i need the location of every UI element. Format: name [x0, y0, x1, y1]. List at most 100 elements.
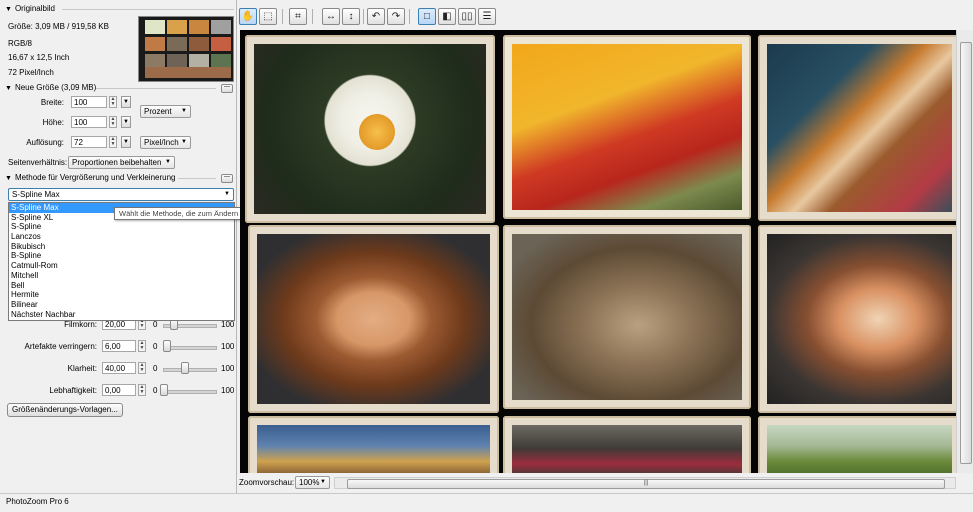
slider-handle[interactable]	[180, 362, 189, 374]
horizontal-scroll-thumb[interactable]: |||	[347, 479, 945, 489]
selection-icon[interactable]: ⬚	[259, 8, 277, 25]
width-input[interactable]: 100	[71, 96, 107, 108]
photo-fruits	[503, 35, 751, 219]
slider-label: Filmkorn:	[64, 320, 97, 329]
single-view-icon[interactable]: □	[418, 8, 436, 25]
height-stepper[interactable]: ▲ ▼	[109, 116, 117, 128]
resize-presets-button[interactable]: Größenänderungs-Vorlagen...	[7, 403, 123, 417]
zoom-label: Zoomvorschau:	[239, 478, 295, 487]
section-divider	[96, 88, 216, 89]
slider-handle[interactable]	[163, 340, 172, 352]
fit-height-icon[interactable]: ↕	[342, 8, 360, 25]
horizontal-scrollbar[interactable]: |||	[334, 477, 956, 489]
method-option[interactable]: Catmull-Rom	[9, 261, 234, 271]
resolution-dropdown-button[interactable]: ▼	[121, 136, 131, 148]
hand-icon[interactable]: ✋	[239, 8, 257, 25]
status-bar: PhotoZoom Pro 6	[0, 493, 973, 512]
original-dims-text: 16,67 x 12,5 Inch	[8, 53, 70, 62]
preview-canvas[interactable]	[240, 30, 956, 473]
method-option[interactable]: Bilinear	[9, 300, 234, 310]
vertical-scrollbar[interactable]	[956, 30, 973, 473]
split-view-icon[interactable]: ◧	[438, 8, 456, 25]
resolution-unit-select[interactable]: Pixel/Inch ▼	[140, 136, 191, 149]
photo-shell	[758, 225, 956, 413]
slider-value-input[interactable]: 0,00	[102, 384, 136, 396]
method-option[interactable]: B-Spline	[9, 251, 234, 261]
slider-min-label: 0	[153, 364, 158, 373]
collapse-triangle-icon[interactable]: ▼	[5, 175, 12, 182]
method-option[interactable]: Bell	[9, 281, 234, 291]
slider-value-input[interactable]: 6,00	[102, 340, 136, 352]
width-stepper[interactable]: ▲ ▼	[109, 96, 117, 108]
photo-woman	[248, 225, 499, 413]
aspect-value: Proportionen beibehalten	[72, 158, 162, 167]
section-new-size[interactable]: ▼ Neue Größe (3,09 MB)	[5, 83, 96, 92]
slider-label: Artefakte verringern:	[24, 342, 97, 351]
slider-track[interactable]	[163, 368, 217, 372]
chevron-down-icon: ▼	[165, 159, 171, 165]
photo-flower	[245, 35, 495, 223]
vertical-scroll-thumb[interactable]	[960, 42, 972, 464]
section-options-button[interactable]: —	[221, 174, 233, 183]
section-options-button[interactable]: —	[221, 84, 233, 93]
width-dropdown-button[interactable]: ▼	[121, 96, 131, 108]
preview-toolbar: ✋ ⬚ ⌗ ↔ ↕ ↶ ↷ □ ◧ ▯▯ ☰	[237, 0, 973, 34]
section-method-title: Methode für Vergrößerung und Verkleineru…	[14, 173, 176, 182]
flower-center	[359, 114, 395, 150]
method-option[interactable]: Lanczos	[9, 232, 234, 242]
resolution-stepper[interactable]: ▲ ▼	[109, 136, 117, 148]
chevron-down-icon: ▼	[320, 479, 326, 485]
slider-handle[interactable]	[160, 384, 168, 396]
toolbar-separator	[282, 9, 283, 24]
slider-track[interactable]	[163, 390, 217, 394]
toolbar-separator	[312, 9, 313, 24]
original-size-text: Größe: 3,09 MB / 919,58 KB	[8, 22, 109, 31]
resolution-label: Auflösung:	[26, 138, 64, 147]
zoom-select[interactable]: 100% ▼	[295, 476, 330, 489]
side-by-side-icon[interactable]: ▯▯	[458, 8, 476, 25]
chevron-down-icon: ▼	[181, 108, 187, 114]
height-label: Höhe:	[42, 118, 64, 127]
method-option[interactable]: Hermite	[9, 290, 234, 300]
slider-max-label: 100	[221, 320, 235, 329]
photo-bowl	[503, 416, 751, 473]
method-option[interactable]: Nächster Nachbar	[9, 310, 234, 320]
zoom-value: 100%	[299, 478, 320, 487]
resolution-input[interactable]: 72	[71, 136, 107, 148]
original-mode-text: RGB/8	[8, 39, 33, 48]
section-new-size-title: Neue Größe (3,09 MB)	[14, 83, 97, 92]
resolution-unit-value: Pixel/Inch	[144, 138, 179, 147]
aspect-select[interactable]: Proportionen beibehalten ▼	[68, 156, 175, 169]
rotate-left-icon[interactable]: ↶	[367, 8, 385, 25]
method-option[interactable]: Bikubisch	[9, 242, 234, 252]
method-option[interactable]: S-Spline	[9, 222, 234, 232]
slider-value-input[interactable]: 40,00	[102, 362, 136, 374]
photo-fish	[758, 35, 956, 221]
height-input[interactable]: 100	[71, 116, 107, 128]
slider-stepper[interactable]: ▲ ▼	[138, 340, 146, 352]
slider-label: Klarheit:	[67, 364, 97, 373]
photo-cat	[503, 225, 751, 409]
collapse-triangle-icon[interactable]: ▼	[5, 6, 12, 13]
slider-stepper[interactable]: ▲ ▼	[138, 362, 146, 374]
photo-frog	[758, 416, 956, 473]
crop-icon[interactable]: ⌗	[289, 8, 307, 25]
slider-min-label: 0	[153, 386, 158, 395]
slider-min-label: 0	[153, 320, 158, 329]
slider-stepper[interactable]: ▲ ▼	[138, 384, 146, 396]
method-selected-value: S-Spline Max	[12, 190, 60, 199]
stacked-view-icon[interactable]: ☰	[478, 8, 496, 25]
height-dropdown-button[interactable]: ▼	[121, 116, 131, 128]
method-select[interactable]: S-Spline Max ▼	[8, 188, 234, 201]
size-unit-select[interactable]: Prozent ▼	[140, 105, 191, 118]
collapse-triangle-icon[interactable]: ▼	[5, 85, 12, 92]
method-option[interactable]: Mitchell	[9, 271, 234, 281]
chevron-down-icon: ▼	[181, 139, 187, 145]
slider-max-label: 100	[221, 386, 235, 395]
original-thumbnail[interactable]	[138, 16, 234, 82]
section-method[interactable]: ▼ Methode für Vergrößerung und Verkleiner…	[5, 173, 175, 182]
fit-width-icon[interactable]: ↔	[322, 8, 340, 25]
rotate-right-icon[interactable]: ↷	[387, 8, 405, 25]
section-original[interactable]: ▼ Originalbild	[5, 4, 55, 13]
slider-track[interactable]	[163, 346, 217, 350]
